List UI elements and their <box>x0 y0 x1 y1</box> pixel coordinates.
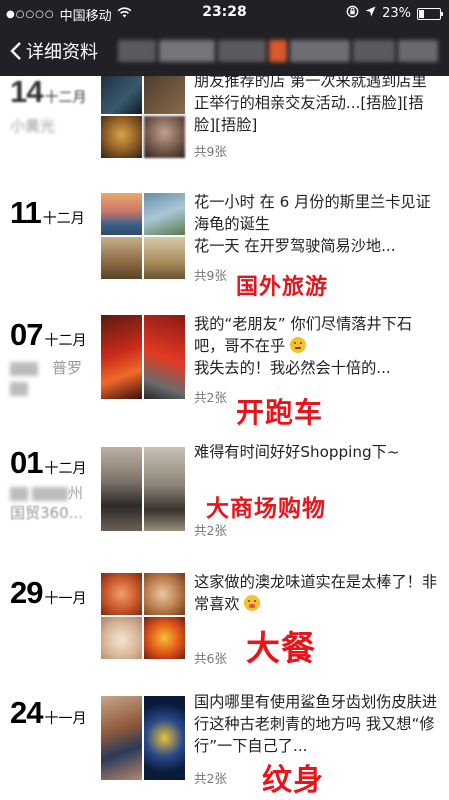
photo-thumb[interactable] <box>101 617 142 659</box>
photo-thumb[interactable] <box>101 116 142 158</box>
moments-feed: 14 十二月 小黄光 朋友推荐的店 第一次来就遇到店里正举行的相亲交友活动...… <box>0 76 449 800</box>
post-date: 24 十一月 <box>10 695 87 730</box>
photo-count: 共2张 <box>194 771 227 786</box>
photo-count: 共9张 <box>194 144 227 159</box>
photo-thumb[interactable] <box>144 696 185 780</box>
photo-count: 共6张 <box>194 651 227 666</box>
annotation-label: 大商场购物 <box>206 496 326 522</box>
photo-grid[interactable] <box>101 447 185 532</box>
battery-percent: 23% <box>382 6 411 21</box>
photo-count: 共9张 <box>194 268 227 283</box>
photo-thumb[interactable] <box>144 193 185 235</box>
feed-post[interactable]: 14 十二月 小黄光 朋友推荐的店 第一次来就遇到店里正举行的相亲交友活动...… <box>0 76 449 190</box>
post-text: 难得有时间好好Shopping下~ <box>194 443 400 461</box>
chevron-left-icon <box>10 41 22 61</box>
photo-thumb[interactable] <box>144 447 185 531</box>
post-text: 朋友推荐的店 第一次来就遇到店里正举行的相亲交友活动...[捂脸][捂脸][捂脸… <box>194 76 427 134</box>
photo-grid[interactable] <box>101 76 185 158</box>
feed-post[interactable]: 29 十一月 这家做的澳龙味道实在是太棒了！非常喜欢 共6张 大餐 <box>0 571 449 691</box>
photo-thumb[interactable] <box>101 237 142 279</box>
post-date: 07 十二月 <box>10 317 87 352</box>
relieved-emoji-icon <box>289 337 306 353</box>
feed-post[interactable]: 24 十一月 国内哪里有使用鲨鱼牙齿划伤皮肤进行这种古老刺青的地方吗 我又想“修… <box>0 691 449 800</box>
photo-thumb[interactable] <box>144 76 185 114</box>
post-date: 14 十二月 <box>10 76 87 109</box>
annotation-label: 大餐 <box>246 629 316 669</box>
photo-grid[interactable] <box>101 696 185 781</box>
post-text: 我的“老朋友” 你们尽情落井下石吧，哥不在乎 我失去的！我必然会十倍的... <box>194 315 413 377</box>
post-date: 29 十一月 <box>10 575 87 610</box>
back-label: 详细资料 <box>26 42 98 63</box>
post-text: 花一小时 在 6 月份的斯里兰卡见证海龟的诞生 花一天 在开罗驾驶简易沙地... <box>194 193 431 255</box>
photo-thumb[interactable] <box>144 237 185 279</box>
post-text: 这家做的澳龙味道实在是太棒了！非常喜欢 <box>194 573 437 613</box>
battery-icon <box>417 7 443 20</box>
post-location: 小黄光 <box>10 117 56 135</box>
feed-post[interactable]: 07 十二月 普罗 我的“老朋友” 你们尽情落井下石吧，哥不在乎 我失去的！我必… <box>0 313 449 433</box>
back-button[interactable]: 详细资料 <box>10 38 98 64</box>
photo-thumb[interactable] <box>101 696 142 780</box>
photo-thumb[interactable] <box>144 617 185 659</box>
blurred-username <box>118 40 438 64</box>
photo-thumb[interactable] <box>101 447 142 531</box>
photo-thumb[interactable] <box>144 116 185 158</box>
photo-grid[interactable] <box>101 573 185 659</box>
status-bar: ●○○○○ 中国移动 23:28 23% <box>0 0 449 26</box>
feed-post[interactable]: 01 十二月 州 国贸360... 难得有时间好好Shopping下~ 共2张 … <box>0 441 449 561</box>
photo-thumb[interactable] <box>101 193 142 235</box>
annotation-label: 开跑车 <box>236 396 324 429</box>
post-date: 01 十二月 <box>10 445 87 480</box>
tongue-emoji-icon <box>244 595 261 611</box>
post-location: 州 国贸360... <box>10 484 84 522</box>
annotation-label: 国外旅游 <box>236 275 329 300</box>
photo-count: 共2张 <box>194 390 227 405</box>
photo-grid[interactable] <box>101 193 185 279</box>
rotation-lock-icon <box>346 5 359 22</box>
nav-bar: 详细资料 <box>0 26 449 76</box>
annotation-label: 纹身 <box>262 763 324 798</box>
photo-thumb[interactable] <box>101 573 142 615</box>
photo-thumb[interactable] <box>101 315 142 399</box>
post-location: 普罗 <box>10 358 95 398</box>
feed-post[interactable]: 11 十二月 花一小时 在 6 月份的斯里兰卡见证海龟的诞生 花一天 在开罗驾驶… <box>0 191 449 311</box>
post-date: 11 十二月 <box>10 195 85 230</box>
photo-thumb[interactable] <box>144 315 185 399</box>
photo-grid[interactable] <box>101 315 185 400</box>
post-text: 国内哪里有使用鲨鱼牙齿划伤皮肤进行这种古老刺青的地方吗 我又想“修行”一下自己了… <box>194 693 437 755</box>
photo-thumb[interactable] <box>101 76 142 114</box>
location-arrow-icon <box>365 6 376 21</box>
photo-thumb[interactable] <box>144 573 185 615</box>
